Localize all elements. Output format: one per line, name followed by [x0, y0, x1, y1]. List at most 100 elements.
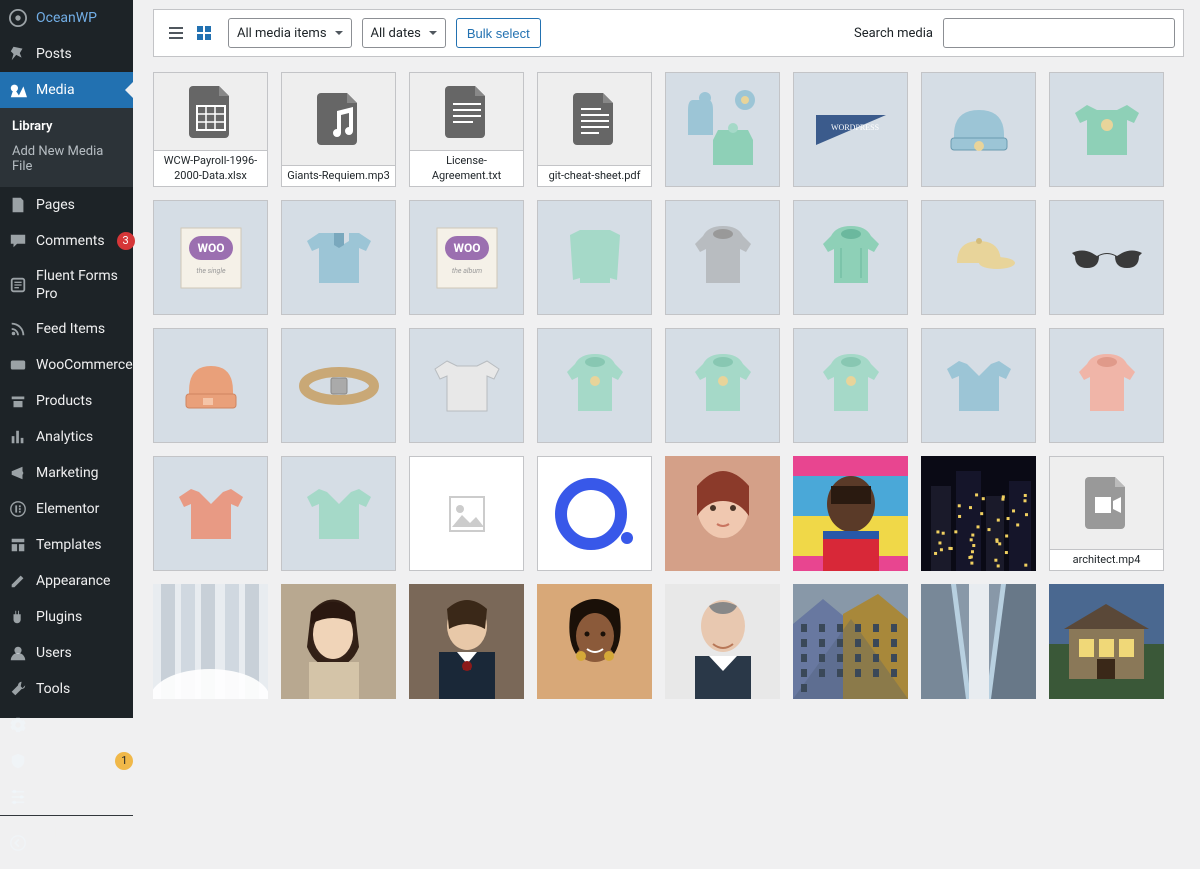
sidebar-item-tools[interactable]: Tools — [0, 671, 133, 707]
media-tile[interactable] — [665, 456, 780, 571]
media-tile[interactable]: WOOthe album — [409, 200, 524, 315]
media-tile[interactable] — [665, 200, 780, 315]
media-tile[interactable] — [793, 456, 908, 571]
grid-view-button[interactable] — [190, 19, 218, 47]
media-tile[interactable] — [793, 584, 908, 699]
product-thumbnail: WORDPRESS — [794, 73, 907, 186]
feed-icon — [8, 319, 28, 339]
sidebar-item-marketing[interactable]: Marketing — [0, 455, 133, 491]
media-tile[interactable] — [281, 200, 396, 315]
media-tile[interactable] — [409, 584, 524, 699]
media-tile[interactable] — [1049, 328, 1164, 443]
product-thumbnail — [666, 201, 779, 314]
media-tile[interactable] — [281, 328, 396, 443]
sidebar-item-settings[interactable]: Settings — [0, 707, 133, 743]
sidebar-item-wordfence[interactable]: Wordfence 1 — [0, 743, 133, 779]
media-grid: WCW-Payroll-1996-2000-Data.xlsxGiants-Re… — [153, 57, 1184, 716]
sidebar-site-title[interactable]: OceanWP — [0, 0, 133, 36]
sidebar-item-plugins[interactable]: Plugins — [0, 599, 133, 635]
media-tile[interactable] — [665, 584, 780, 699]
media-tile[interactable] — [409, 328, 524, 443]
photo-thumbnail — [665, 456, 780, 571]
media-tile[interactable]: git-cheat-sheet.pdf — [537, 72, 652, 187]
sidebar-item-pages[interactable]: Pages — [0, 187, 133, 223]
sidebar-item-posts[interactable]: Posts — [0, 36, 133, 72]
submenu-item-add-new[interactable]: Add New Media File — [0, 139, 133, 179]
sidebar-item-aggregator[interactable]: Aggregator — [0, 779, 133, 815]
media-tile[interactable] — [921, 584, 1036, 699]
media-tile[interactable] — [1049, 200, 1164, 315]
image-thumbnail — [410, 457, 523, 570]
sidebar-item-elementor[interactable]: Elementor — [0, 491, 133, 527]
woo-icon — [8, 355, 28, 375]
view-switch — [162, 19, 218, 47]
media-tile[interactable] — [537, 584, 652, 699]
media-tile[interactable]: WOOthe single — [153, 200, 268, 315]
products-icon — [8, 391, 28, 411]
media-tile[interactable] — [153, 328, 268, 443]
media-tile[interactable]: WORDPRESS — [793, 72, 908, 187]
admin-sidebar: OceanWP Posts Media Library Add New Medi… — [0, 0, 133, 718]
svg-text:the single: the single — [196, 267, 226, 275]
sidebar-item-label: Wordfence — [36, 752, 103, 770]
sidebar-item-templates[interactable]: Templates — [0, 527, 133, 563]
filter-dates[interactable]: All dates — [362, 18, 446, 48]
sidebar-item-feed[interactable]: Feed Items — [0, 311, 133, 347]
filter-media-type[interactable]: All media items — [228, 18, 352, 48]
sidebar-item-products[interactable]: Products — [0, 383, 133, 419]
media-tile[interactable] — [537, 200, 652, 315]
product-thumbnail — [922, 73, 1035, 186]
media-tile[interactable] — [793, 328, 908, 443]
sidebar-item-woocommerce[interactable]: WooCommerce — [0, 347, 133, 383]
media-tile[interactable]: License-Agreement.txt — [409, 72, 524, 187]
site-logo-icon — [8, 8, 28, 28]
media-tile[interactable] — [153, 456, 268, 571]
sidebar-item-label: Comments — [36, 232, 105, 250]
search-input[interactable] — [943, 18, 1175, 48]
media-tile[interactable] — [409, 456, 524, 571]
sidebar-item-comments[interactable]: Comments 3 — [0, 223, 133, 259]
media-tile[interactable] — [665, 328, 780, 443]
sidebar-item-media[interactable]: Media — [0, 72, 133, 108]
product-thumbnail — [154, 329, 267, 442]
sidebar-submenu-media: Library Add New Media File — [0, 108, 133, 187]
media-tile[interactable] — [793, 200, 908, 315]
media-tile[interactable] — [921, 200, 1036, 315]
sidebar-item-label: Pages — [36, 196, 75, 214]
product-thumbnail — [410, 329, 523, 442]
photo-thumbnail — [793, 456, 908, 571]
wordfence-icon — [8, 751, 28, 771]
users-icon — [8, 643, 28, 663]
media-tile[interactable] — [921, 72, 1036, 187]
media-tile[interactable] — [1049, 584, 1164, 699]
svg-text:WORDPRESS: WORDPRESS — [831, 123, 879, 132]
photo-thumbnail — [409, 584, 524, 699]
audio-file-icon — [282, 73, 395, 165]
media-tile[interactable]: Giants-Requiem.mp3 — [281, 72, 396, 187]
media-tile[interactable] — [921, 456, 1036, 571]
media-tile[interactable] — [281, 584, 396, 699]
list-view-button[interactable] — [162, 19, 190, 47]
media-tile[interactable]: architect.mp4 — [1049, 456, 1164, 571]
sidebar-item-fluent-forms[interactable]: Fluent Forms Pro — [0, 259, 133, 311]
media-tile[interactable]: WCW-Payroll-1996-2000-Data.xlsx — [153, 72, 268, 187]
sidebar-item-users[interactable]: Users — [0, 635, 133, 671]
media-tile[interactable] — [537, 328, 652, 443]
collapse-menu[interactable]: Collapse menu — [0, 815, 133, 868]
submenu-item-library[interactable]: Library — [0, 114, 133, 139]
tools-icon — [8, 679, 28, 699]
media-tile[interactable] — [281, 456, 396, 571]
sidebar-item-appearance[interactable]: Appearance — [0, 563, 133, 599]
product-thumbnail — [154, 457, 267, 570]
plugins-icon — [8, 607, 28, 627]
media-tile[interactable] — [537, 456, 652, 571]
bulk-select-button[interactable]: Bulk select — [456, 18, 541, 48]
main-content: All media items All dates Bulk select Se… — [133, 0, 1200, 718]
media-tile[interactable] — [1049, 72, 1164, 187]
sidebar-item-analytics[interactable]: Analytics — [0, 419, 133, 455]
media-caption: architect.mp4 — [1050, 549, 1163, 570]
media-tile[interactable] — [921, 328, 1036, 443]
media-tile[interactable] — [153, 584, 268, 699]
product-thumbnail — [794, 329, 907, 442]
media-tile[interactable] — [665, 72, 780, 187]
